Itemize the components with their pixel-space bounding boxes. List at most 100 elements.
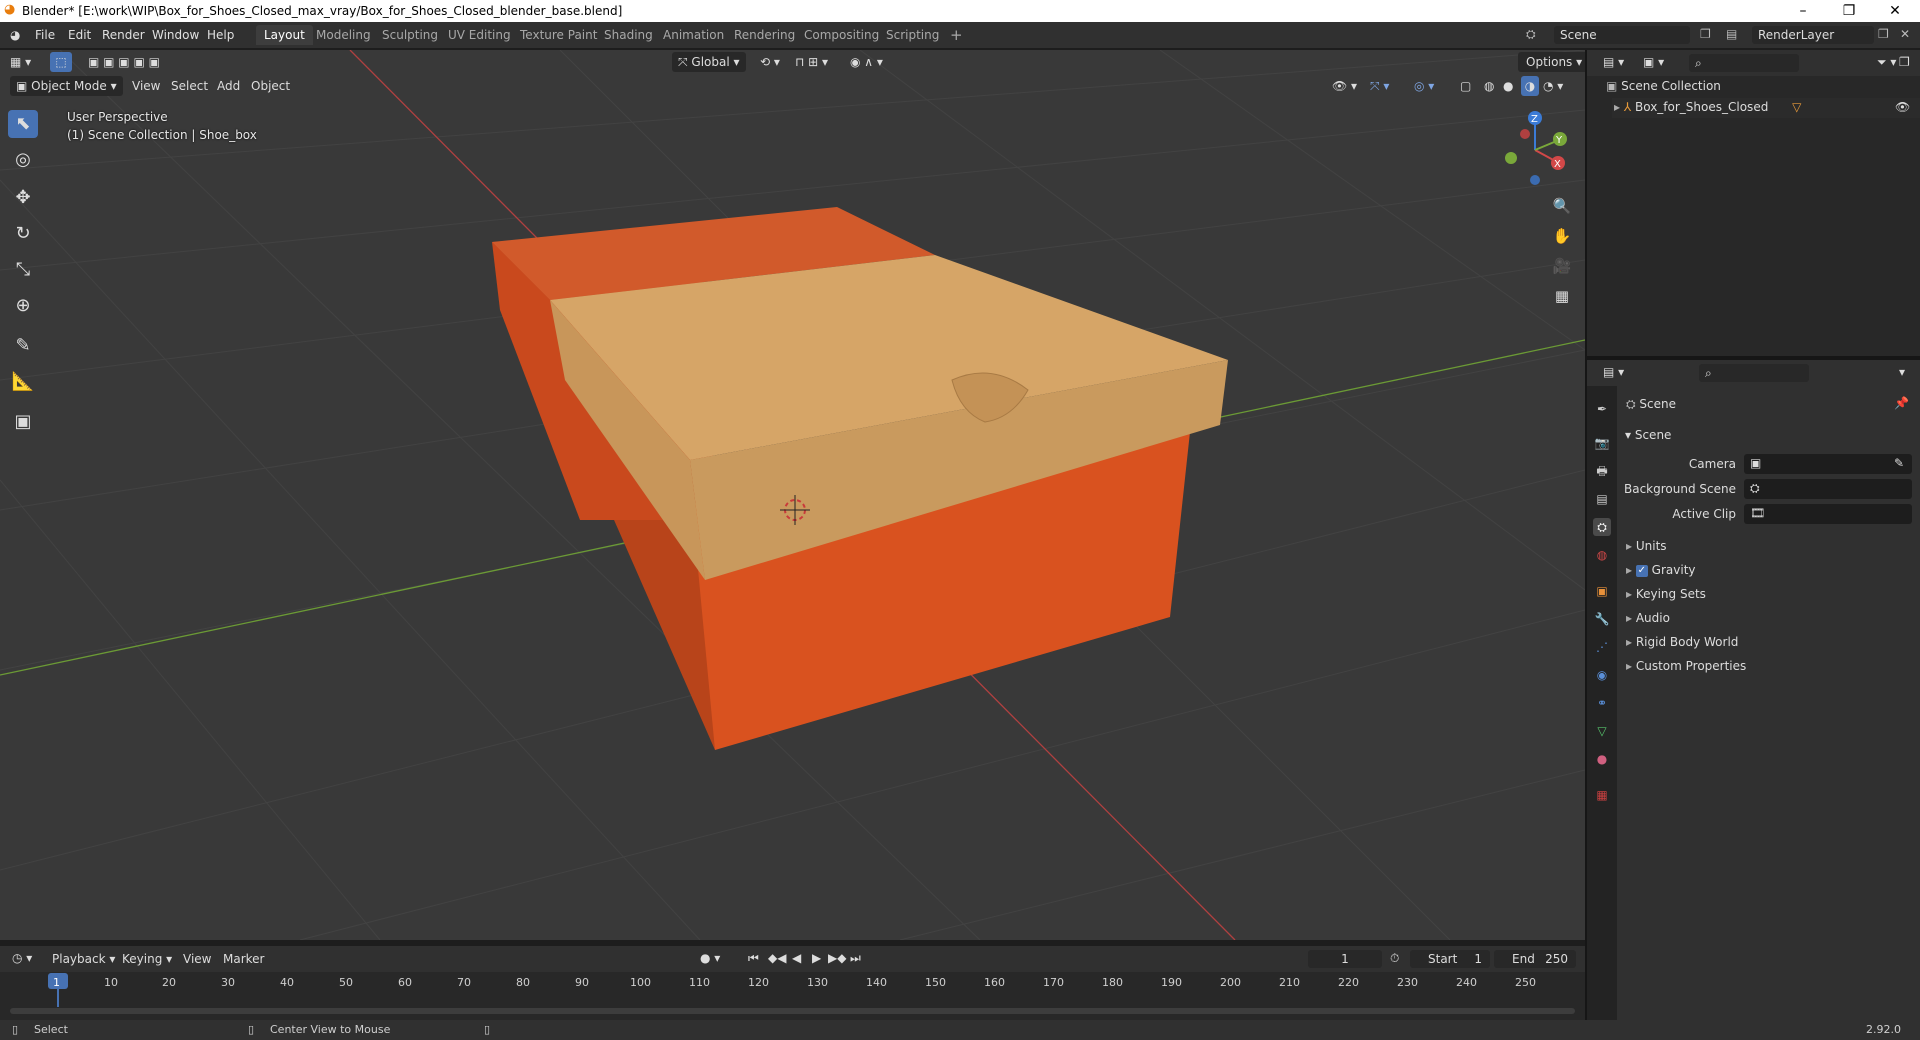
properties-editor-icon[interactable]: ▤ ▾ [1603, 365, 1624, 379]
gizmo-toggle-icon[interactable]: ⤧ ▾ [1370, 76, 1389, 96]
tab-layout[interactable]: Layout [256, 25, 313, 45]
3d-viewport[interactable]: ▦ ▾ ⬚ ▣ ▣ ▣ ▣ ▣ ⤧ Global ▾ ⟲ ▾ ⊓ ⊞ ▾ ◉ ∧… [0, 50, 1585, 940]
zoom-icon[interactable]: 🔍 [1550, 194, 1574, 218]
cursor-tool-icon[interactable]: ◎ [8, 146, 38, 174]
scene-panel-header[interactable]: ▾ Scene [1625, 428, 1671, 442]
tab-uv-editing[interactable]: UV Editing [440, 25, 519, 45]
menu-help[interactable]: Help [207, 28, 234, 42]
pivot-point-icon[interactable]: ⟲ ▾ [760, 52, 780, 72]
rendered-shading-icon[interactable]: ◔ ▾ [1543, 76, 1563, 96]
viewport-menu-add[interactable]: Add [217, 76, 240, 96]
editor-type-button[interactable]: ▦ ▾ [10, 52, 31, 72]
data-tab-icon[interactable]: ▽ [1593, 722, 1611, 740]
tab-sculpting[interactable]: Sculpting [374, 25, 446, 45]
navigation-gizmo[interactable]: Z X Y [1495, 110, 1575, 190]
menu-edit[interactable]: Edit [68, 28, 91, 42]
object-tab-icon[interactable]: ▣ [1593, 582, 1611, 600]
tab-texture-paint[interactable]: Texture Paint [512, 25, 605, 45]
outliner-search-input[interactable]: ⌕ [1689, 54, 1799, 72]
new-scene-icon[interactable]: ❐ [1700, 27, 1711, 41]
play-reverse-icon[interactable]: ◀ [792, 951, 801, 965]
blender-menu-icon[interactable]: ◕ [10, 28, 20, 42]
move-tool-icon[interactable]: ✥ [8, 184, 38, 212]
next-keyframe-icon[interactable]: ▶◆ [828, 951, 846, 965]
background-scene-field[interactable]: ⛭ [1744, 479, 1912, 499]
render-tab-icon[interactable]: 📷 [1593, 434, 1611, 452]
mode-dropdown[interactable]: ▣ Object Mode ▾ [10, 76, 123, 96]
jump-end-icon[interactable]: ⏭ [850, 951, 861, 966]
scene-selector[interactable]: Scene [1554, 26, 1690, 44]
minimize-button[interactable]: – [1780, 0, 1826, 22]
texture-tab-icon[interactable]: ▦ [1593, 786, 1611, 804]
timeline-menu-keying[interactable]: Keying ▾ [122, 952, 172, 966]
view-layer-tab-icon[interactable]: ▤ [1593, 490, 1611, 508]
scene-type-icon[interactable]: ⛭ [1526, 27, 1536, 42]
jump-start-icon[interactable]: ⏮ [748, 951, 759, 966]
timeline-editor-icon[interactable]: ◷ ▾ [12, 951, 32, 965]
physics-tab-icon[interactable]: ◉ [1593, 666, 1611, 684]
properties-search-input[interactable]: ⌕ [1699, 364, 1809, 382]
filter-icon[interactable]: ⏷ ▾ [1877, 55, 1896, 70]
tab-scripting[interactable]: Scripting [878, 25, 947, 45]
preview-range-icon[interactable]: ⏱ [1390, 951, 1399, 966]
eye-visibility-icon[interactable]: 👁 [1895, 100, 1910, 114]
proportional-edit-icon[interactable]: ◉ ∧ ▾ [850, 52, 883, 72]
rigid-body-world-section[interactable]: ▸ Rigid Body World [1626, 635, 1738, 649]
pin-icon[interactable]: 📌 [1894, 396, 1909, 410]
material-shading-icon[interactable]: ◑ [1521, 76, 1539, 96]
tool-tab-icon[interactable]: ✒ [1593, 400, 1611, 418]
scene-tab-icon[interactable]: ⛭ [1593, 518, 1611, 536]
tab-rendering[interactable]: Rendering [726, 25, 803, 45]
viewport-menu-object[interactable]: Object [251, 76, 290, 96]
start-frame-field[interactable]: Start 1 [1410, 950, 1490, 968]
eyedropper-icon[interactable]: ✎ [1894, 456, 1904, 470]
custom-properties-section[interactable]: ▸ Custom Properties [1626, 659, 1746, 673]
output-tab-icon[interactable]: 🖶 [1593, 462, 1611, 480]
select-tool-icon[interactable]: ⬉ [8, 110, 38, 138]
add-cube-tool-icon[interactable]: ▣ [8, 408, 38, 436]
tab-compositing[interactable]: Compositing [796, 25, 887, 45]
tab-animation[interactable]: Animation [655, 25, 732, 45]
view-layer-icon[interactable]: ▤ [1726, 27, 1737, 41]
snap-icon[interactable]: ⊓ ⊞ ▾ [795, 52, 828, 72]
tab-shading[interactable]: Shading [596, 25, 661, 45]
keying-sets-section[interactable]: ▸ Keying Sets [1626, 587, 1706, 601]
particles-tab-icon[interactable]: ⋰ [1593, 638, 1611, 656]
renderlayer-selector[interactable]: RenderLayer [1752, 26, 1874, 44]
camera-view-icon[interactable]: 🎥 [1550, 254, 1574, 278]
add-workspace-button[interactable]: + [942, 25, 971, 45]
new-collection-icon[interactable]: ❐ [1899, 55, 1910, 69]
material-tab-icon[interactable]: ● [1593, 750, 1611, 768]
menu-file[interactable]: File [35, 28, 55, 42]
close-button[interactable]: ✕ [1872, 0, 1918, 22]
scale-tool-icon[interactable]: ⤡ [8, 256, 38, 284]
current-frame-field[interactable]: 1 [1308, 950, 1382, 968]
gravity-section[interactable]: ▸ ✓ Gravity [1626, 563, 1696, 577]
play-icon[interactable]: ▶ [812, 951, 821, 965]
viewport-menu-view[interactable]: View [132, 76, 160, 96]
transform-orientation-dropdown[interactable]: ⤧ Global ▾ [672, 52, 746, 72]
outliner-root-row[interactable]: ▣ Scene Collection [1606, 79, 1721, 93]
constraints-tab-icon[interactable]: ⚭ [1593, 694, 1611, 712]
timeline-scrollbar[interactable] [10, 1008, 1575, 1014]
expand-arrow-icon[interactable]: ▸ [1614, 100, 1624, 114]
properties-options-icon[interactable]: ▾ [1899, 365, 1905, 379]
timeline-menu-playback[interactable]: Playback ▾ [52, 952, 115, 966]
selection-mode-icons[interactable]: ▣ ▣ ▣ ▣ ▣ [88, 52, 160, 72]
outliner-editor-icon[interactable]: ▤ ▾ [1603, 55, 1624, 69]
timeline-menu-view[interactable]: View [183, 952, 211, 966]
remove-layer-icon[interactable]: ✕ [1900, 27, 1910, 41]
options-dropdown[interactable]: Options ▾ [1518, 52, 1585, 72]
outliner-item[interactable]: ▸ ⅄ Box_for_Shoes_Closed ▽ [1614, 100, 1801, 114]
overlay-toggle-icon[interactable]: ◎ ▾ [1414, 76, 1434, 96]
new-layer-icon[interactable]: ❐ [1878, 27, 1889, 41]
modifier-tab-icon[interactable]: 🔧 [1593, 610, 1611, 628]
world-tab-icon[interactable]: ◍ [1593, 546, 1611, 564]
tab-modeling[interactable]: Modeling [308, 25, 379, 45]
menu-render[interactable]: Render [102, 28, 145, 42]
menu-window[interactable]: Window [152, 28, 199, 42]
gravity-checkbox[interactable]: ✓ [1635, 564, 1648, 577]
rotate-tool-icon[interactable]: ↻ [8, 220, 38, 248]
maximize-button[interactable]: ❐ [1826, 0, 1872, 22]
record-icon[interactable]: ● ▾ [700, 951, 720, 965]
